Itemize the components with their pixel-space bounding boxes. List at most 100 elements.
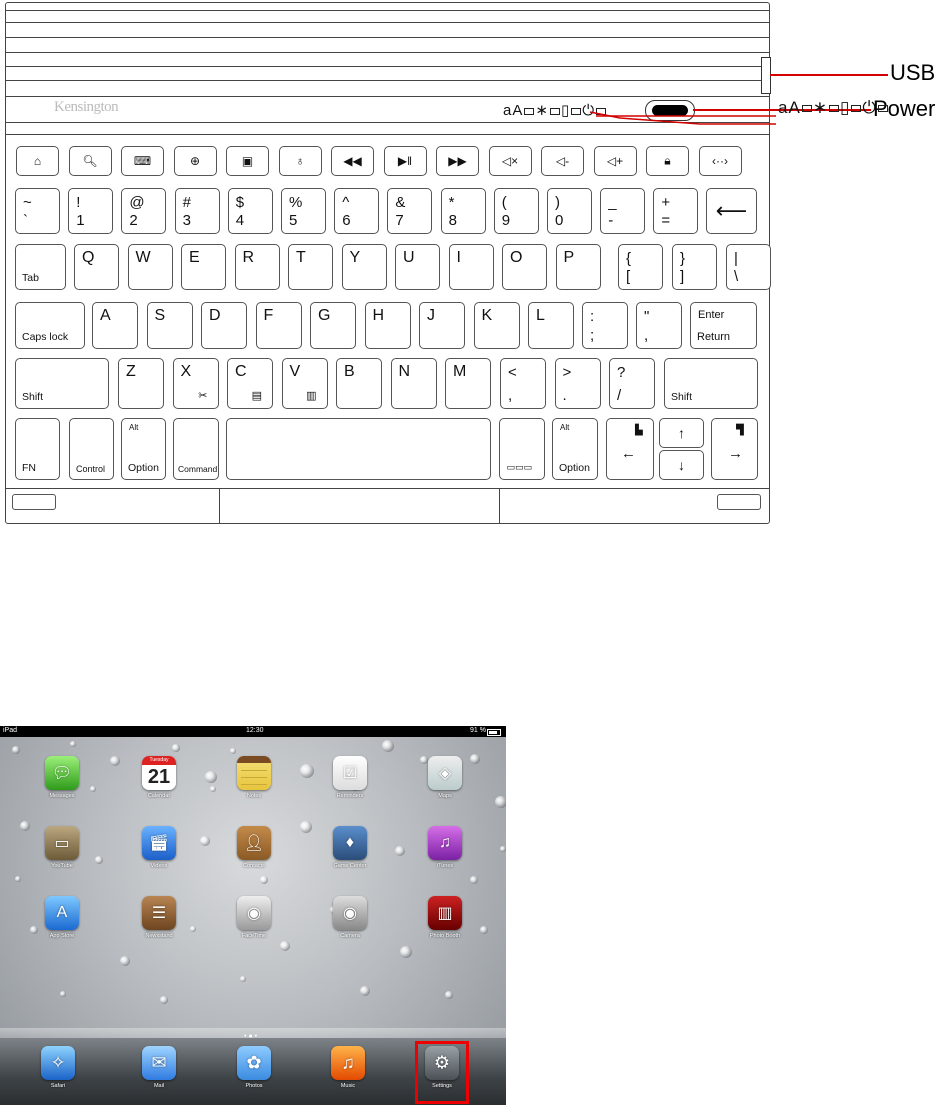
key-f[interactable]: F [255, 302, 302, 349]
key-q[interactable]: Q [74, 244, 119, 290]
app-game-center[interactable]: ♦ Game Center [328, 826, 372, 869]
dock-app-mail[interactable]: ✉ Mail [137, 1046, 181, 1089]
key-h[interactable]: H [364, 302, 411, 349]
key-r[interactable]: R [234, 244, 280, 290]
up-arrow-key[interactable]: ↑ [659, 418, 704, 448]
key-0[interactable]: ) 0 [547, 188, 592, 234]
key-c[interactable]: C ▤ [227, 358, 273, 409]
key-8[interactable]: * 8 [440, 188, 486, 234]
key-m[interactable]: M [445, 358, 491, 409]
key-4[interactable]: $4 [227, 188, 273, 234]
key-1[interactable]: ! 1 [68, 188, 114, 234]
key-x[interactable]: X ✂ [172, 358, 219, 409]
key-o[interactable]: O [502, 244, 547, 290]
microphone-key[interactable]: ♁ [278, 146, 322, 176]
key-n[interactable]: N [390, 358, 437, 409]
key-/[interactable]: ? / [609, 358, 655, 409]
key-z[interactable]: Z [118, 358, 164, 409]
key-,[interactable]: <, [500, 358, 546, 409]
left-arrow-key[interactable]: ▙ ← [606, 418, 654, 480]
key-shift-char: < [508, 364, 517, 381]
app-videos[interactable]: 🎬︎ Videos [137, 826, 181, 869]
key-w[interactable]: W [127, 244, 173, 290]
dock-app-photos[interactable]: ✿ Photos [232, 1046, 276, 1089]
app-itunes[interactable]: ♫ iTunes [423, 826, 467, 869]
fn-key[interactable]: FN [15, 418, 60, 480]
control-key[interactable]: Control [69, 418, 114, 480]
key-j[interactable]: J [419, 302, 465, 349]
app-newsstand[interactable]: ☰ Newsstand [137, 896, 181, 939]
lock-key[interactable]: 🔒︎ [646, 146, 689, 176]
home-key[interactable]: ⌂ [16, 146, 59, 176]
app-app-store[interactable]: A App Store [40, 896, 84, 939]
command-key[interactable]: Command [173, 418, 219, 480]
tab-key[interactable]: Tab [15, 244, 66, 290]
search-key[interactable]: 🔍︎ [68, 146, 112, 176]
key-=[interactable]: + = [653, 188, 699, 234]
dock-app-safari[interactable]: ✧ Safari [36, 1046, 80, 1089]
key-;[interactable]: :; [582, 302, 628, 349]
app-facetime[interactable]: ◉ FaceTime [232, 896, 276, 939]
key-.[interactable]: >. [554, 358, 601, 409]
app-contacts[interactable]: 👤︎ Contacts [232, 826, 276, 869]
key-letter: G [318, 307, 331, 324]
globe-key[interactable]: ⊕ [173, 146, 217, 176]
key--[interactable]: _ - [600, 188, 646, 234]
key-i[interactable]: I [448, 244, 494, 290]
key-p[interactable]: P [555, 244, 601, 290]
app-calendar[interactable]: Tuesday 21 Calendar [137, 756, 181, 799]
key-k[interactable]: K [473, 302, 520, 349]
volume-up-key[interactable]: ◁+ [593, 146, 637, 176]
key-6[interactable]: ^ 6 [334, 188, 380, 234]
volume-down-key[interactable]: ◁- [541, 146, 584, 176]
virtual-keyboard-key[interactable]: ⌨ [121, 146, 164, 176]
key-`[interactable]: ~ ` [15, 188, 60, 234]
key-e[interactable]: E [181, 244, 226, 290]
select-text-key[interactable]: ‹··› [698, 146, 742, 176]
app-messages[interactable]: 💬︎ Messages [40, 756, 84, 799]
key-v[interactable]: V ▥ [281, 358, 328, 409]
previous-track-key[interactable]: ◀◀ [331, 146, 374, 176]
key-,[interactable]: ", [636, 302, 682, 349]
enter-key[interactable]: Enter Return [690, 302, 757, 349]
mute-key[interactable]: ◁× [488, 146, 532, 176]
key-][interactable]: }] [672, 244, 717, 290]
right-shift-key[interactable]: Shift [664, 358, 758, 409]
right-arrow-key[interactable]: ▜ → [711, 418, 758, 480]
key-u[interactable]: U [395, 244, 440, 290]
app-youtube[interactable]: ▭ YouTube [40, 826, 84, 869]
key-y[interactable]: Y [341, 244, 387, 290]
key-s[interactable]: S [146, 302, 193, 349]
space-bar[interactable] [226, 418, 491, 480]
key-a[interactable]: A [92, 302, 138, 349]
caps-lock-key[interactable]: Caps lock [15, 302, 85, 349]
app-label: Messages [49, 793, 75, 799]
key-l[interactable]: L [528, 302, 574, 349]
app-maps[interactable]: ◈ Maps [423, 756, 467, 799]
left-option-key[interactable]: Alt Option [121, 418, 166, 480]
dock-app-music[interactable]: ♫ Music [326, 1046, 370, 1089]
key-7[interactable]: & 7 [387, 188, 433, 234]
right-option-key[interactable]: Alt Option [552, 418, 598, 480]
app-camera[interactable]: ◉ Camera [328, 896, 372, 939]
left-shift-key[interactable]: Shift [15, 358, 109, 409]
app-notes[interactable]: Notes [232, 756, 276, 799]
key-3[interactable]: #3 [174, 188, 220, 234]
app-photo-booth[interactable]: ▥ Photo Booth [423, 896, 467, 939]
app-reminders[interactable]: ☑ Reminders [328, 756, 372, 799]
play-pause-key[interactable]: ▶ǁ [383, 146, 427, 176]
key-5[interactable]: % 5 [281, 188, 326, 234]
slideshow-key[interactable]: ▣ [226, 146, 269, 176]
key-2[interactable]: @2 [121, 188, 167, 234]
down-arrow-key[interactable]: ↓ [659, 450, 704, 480]
next-track-key[interactable]: ▶▶ [436, 146, 479, 176]
key-d[interactable]: D [201, 302, 247, 349]
key-g[interactable]: G [310, 302, 356, 349]
key-[[interactable]: {[ [618, 244, 663, 290]
keyboard-toggle-key[interactable]: ▭▭▭ [499, 418, 545, 480]
key-9[interactable]: (9 [493, 188, 539, 234]
key-t[interactable]: T [288, 244, 333, 290]
backspace-key[interactable]: ⟵ [706, 188, 757, 234]
key-\[interactable]: | \ [726, 244, 771, 290]
key-b[interactable]: B [336, 358, 382, 409]
